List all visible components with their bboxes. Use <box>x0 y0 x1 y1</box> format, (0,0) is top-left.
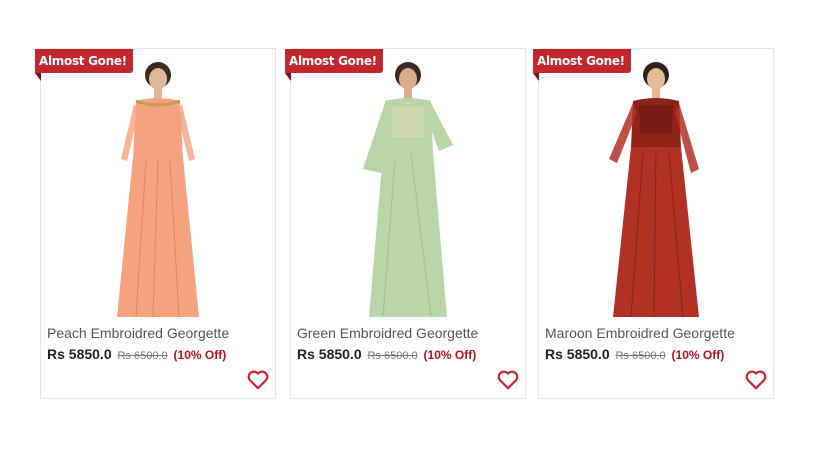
product-title[interactable]: Peach Embroidred Georgette <box>47 325 229 341</box>
original-price: Rs 6500.0 <box>615 350 666 362</box>
product-card[interactable]: Almost Gone! Peach Embroidred Georgette … <box>35 48 276 399</box>
product-title[interactable]: Maroon Embroidred Georgette <box>545 325 735 341</box>
sale-price: Rs 5850.0 <box>545 346 610 362</box>
stock-badge: Almost Gone! <box>285 49 383 81</box>
discount-label: (10% Off) <box>671 348 725 362</box>
discount-label: (10% Off) <box>173 348 227 362</box>
heart-outline-icon[interactable] <box>497 370 519 390</box>
price-row: Rs 5850.0 Rs 6500.0 (10% Off) <box>545 346 724 362</box>
heart-outline-icon[interactable] <box>247 370 269 390</box>
discount-label: (10% Off) <box>423 348 477 362</box>
original-price: Rs 6500.0 <box>367 350 418 362</box>
sale-price: Rs 5850.0 <box>297 346 362 362</box>
product-card[interactable]: Almost Gone! Maroon Embroidred Georgette… <box>533 48 774 399</box>
sale-price: Rs 5850.0 <box>47 346 112 362</box>
original-price: Rs 6500.0 <box>117 350 168 362</box>
price-row: Rs 5850.0 Rs 6500.0 (10% Off) <box>47 346 226 362</box>
stock-badge: Almost Gone! <box>35 49 133 81</box>
product-title[interactable]: Green Embroidred Georgette <box>297 325 478 341</box>
stock-badge: Almost Gone! <box>533 49 631 81</box>
product-image[interactable] <box>41 49 275 321</box>
product-image[interactable] <box>291 49 525 321</box>
heart-outline-icon[interactable] <box>745 370 767 390</box>
product-grid: Almost Gone! Peach Embroidred Georgette … <box>35 48 776 400</box>
product-image[interactable] <box>539 49 773 321</box>
product-card[interactable]: Almost Gone! Green Embroidred Georgette … <box>285 48 526 399</box>
price-row: Rs 5850.0 Rs 6500.0 (10% Off) <box>297 346 476 362</box>
